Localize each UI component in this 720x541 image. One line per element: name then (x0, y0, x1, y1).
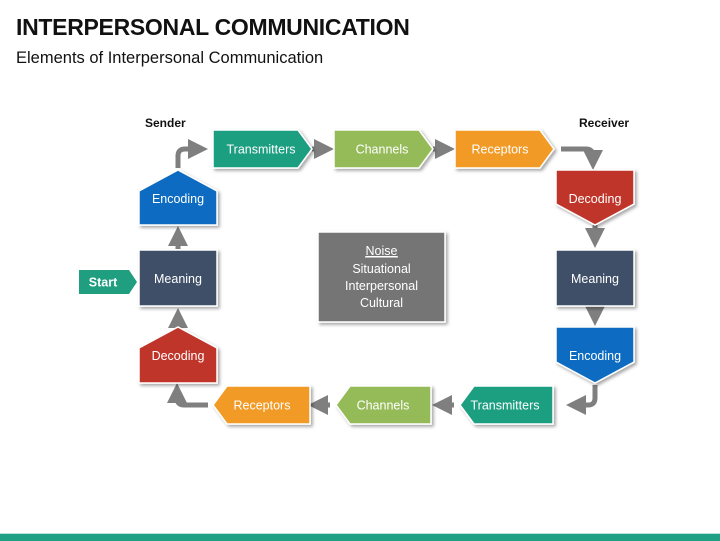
bottom-row-transmitters: Transmitters (459, 385, 554, 425)
top-row-channels: Channels (333, 129, 434, 169)
bottom-transmitters-label: Transmitters (471, 399, 540, 413)
noise-box: Noise Situational Interpersonal Cultural (317, 231, 446, 323)
top-row-transmitters: Transmitters (212, 129, 313, 169)
bottom-row-channels: Channels (335, 385, 432, 425)
receiver-decoding-label: Decoding (569, 192, 622, 206)
sender-decoding: Decoding (138, 326, 218, 384)
receiver-decoding: Decoding (555, 169, 635, 226)
top-transmitters-label: Transmitters (227, 143, 296, 157)
bottom-row-receptors: Receptors (212, 385, 311, 425)
top-receptors-label: Receptors (472, 143, 529, 157)
receiver-encoding-label: Encoding (569, 349, 621, 363)
noise-item-cultural: Cultural (360, 296, 403, 310)
noise-heading: Noise (366, 244, 398, 258)
connector-receptors-to-decoding-left (167, 383, 208, 408)
sender-decoding-label: Decoding (152, 349, 205, 363)
top-channels-label: Channels (356, 143, 409, 157)
bottom-receptors-label: Receptors (234, 399, 291, 413)
noise-item-situational: Situational (352, 262, 410, 276)
start-marker: Start (79, 270, 137, 294)
receiver-meaning: Meaning (555, 249, 635, 307)
bottom-channels-label: Channels (357, 399, 410, 413)
sender-meaning: Meaning (138, 249, 218, 307)
sender-encoding-label: Encoding (152, 192, 204, 206)
communication-flow-diagram: Transmitters Channels Receptors Encoding… (79, 129, 635, 425)
connector-encoding-to-transmitters (175, 139, 208, 168)
noise-item-interpersonal: Interpersonal (345, 279, 418, 293)
sender-encoding: Encoding (138, 169, 218, 226)
start-label: Start (89, 276, 118, 290)
receiver-encoding: Encoding (555, 326, 635, 384)
connector-receptors-to-decoding (561, 146, 603, 170)
top-row-receptors: Receptors (454, 129, 555, 169)
connector-encoding-to-transmitters-bottom (566, 385, 598, 415)
sender-meaning-label: Meaning (154, 272, 202, 286)
receiver-meaning-label: Meaning (571, 272, 619, 286)
